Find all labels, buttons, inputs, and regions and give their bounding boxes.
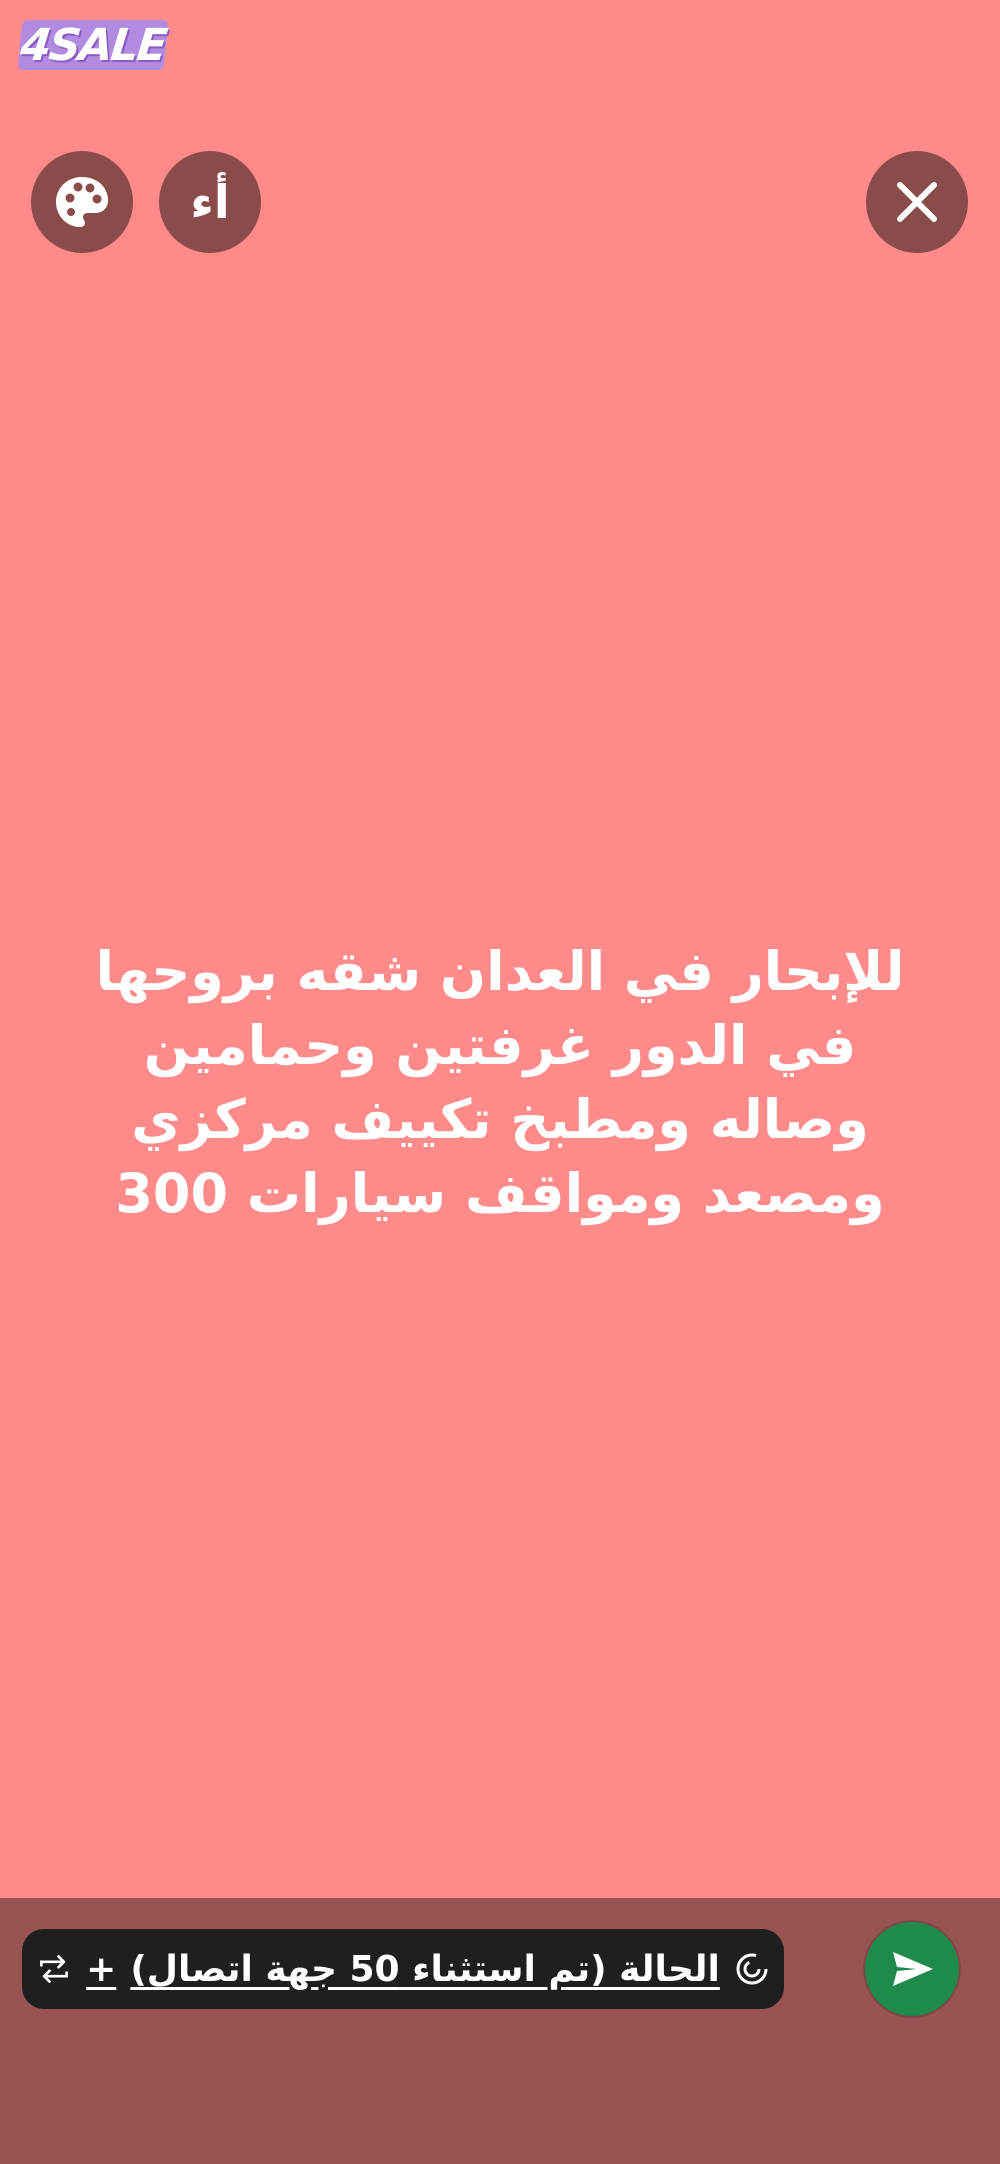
send-icon <box>893 1952 933 1986</box>
status-audience-button[interactable]: الحالة (تم استثناء 50 جهة اتصال) + <box>22 1929 784 2009</box>
send-button[interactable] <box>865 1922 959 2016</box>
close-icon <box>897 182 937 222</box>
close-button[interactable] <box>866 151 968 253</box>
status-message-text[interactable]: للإبحار في العدان شقه بروحها في الدور غر… <box>60 935 940 1231</box>
status-ring-icon <box>734 1951 770 1987</box>
font-style-button[interactable]: أء <box>159 151 261 253</box>
bottom-bar: الحالة (تم استثناء 50 جهة اتصال) + <box>0 1898 1000 2164</box>
status-audience-label: الحالة (تم استثناء 50 جهة اتصال) <box>130 1948 720 1990</box>
font-style-label: أء <box>190 175 230 229</box>
repeat-icon <box>36 1951 72 1987</box>
color-palette-button[interactable] <box>31 151 133 253</box>
palette-icon <box>56 177 108 227</box>
app-logo: 4SALE <box>17 19 169 71</box>
add-icon: + <box>86 1948 117 1990</box>
